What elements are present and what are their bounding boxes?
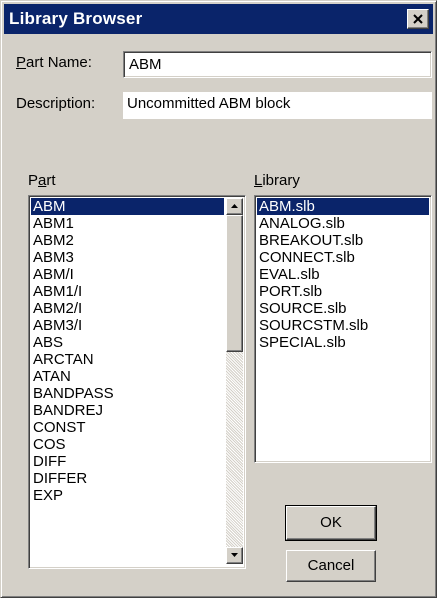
list-item[interactable]: COS xyxy=(31,436,224,453)
scroll-down-button[interactable] xyxy=(226,547,243,564)
list-item[interactable]: ABM/I xyxy=(31,266,224,283)
list-item[interactable]: EXP xyxy=(31,487,224,504)
list-item[interactable]: ABM3/I xyxy=(31,317,224,334)
library-label-rest: ibrary xyxy=(262,172,300,189)
list-item[interactable]: SOURCE.slb xyxy=(257,300,429,317)
list-item[interactable]: ATAN xyxy=(31,368,224,385)
description-value: Uncommitted ABM block xyxy=(123,92,432,119)
list-item[interactable]: BANDREJ xyxy=(31,402,224,419)
close-button[interactable] xyxy=(407,9,429,29)
part-list-items: ABM ABM1 ABM2 ABM3 ABM/I ABM1/I ABM2/I ABM3/I AB… xyxy=(31,198,224,504)
part-list-label: Part xyxy=(28,172,56,189)
list-item[interactable]: ABM3 xyxy=(31,249,224,266)
window-title: Library Browser xyxy=(9,9,143,28)
list-item[interactable]: ABM2/I xyxy=(31,300,224,317)
list-item[interactable]: ARCTAN xyxy=(31,351,224,368)
scroll-thumb[interactable] xyxy=(226,215,243,352)
library-listbox[interactable]: ABM.slb ANALOG.slb BREAKOUT.slb CONNECT.slb… xyxy=(254,195,432,463)
close-icon xyxy=(413,14,423,24)
part-name-mnemonic: P xyxy=(16,54,27,71)
part-listbox[interactable]: ABM ABM1 ABM2 ABM3 ABM/I ABM1/I ABM2/I ABM3/I AB… xyxy=(28,195,246,569)
scroll-up-button[interactable] xyxy=(226,198,243,215)
list-item[interactable]: BANDPASS xyxy=(31,385,224,402)
list-item[interactable]: ABM.slb xyxy=(257,198,429,215)
part-name-label: Part Name: xyxy=(16,54,92,71)
library-browser-dialog: Library Browser Part Name: ABM Descripti… xyxy=(0,0,437,598)
part-list-scrollbar[interactable] xyxy=(226,198,243,564)
list-item[interactable]: DIFFER xyxy=(31,470,224,487)
list-item[interactable]: EVAL.slb xyxy=(257,266,429,283)
list-item[interactable]: BREAKOUT.slb xyxy=(257,232,429,249)
list-item[interactable]: ABM1 xyxy=(31,215,224,232)
list-item[interactable]: SPECIAL.slb xyxy=(257,334,429,351)
library-list-items: ABM.slb ANALOG.slb BREAKOUT.slb CONNECT.slb… xyxy=(257,198,429,351)
list-item[interactable]: CONNECT.slb xyxy=(257,249,429,266)
part-label-first: P xyxy=(28,172,39,189)
list-item[interactable]: PORT.slb xyxy=(257,283,429,300)
description-label: Description: xyxy=(16,95,96,112)
cancel-button[interactable]: Cancel xyxy=(286,550,376,582)
list-item[interactable]: ABM2 xyxy=(31,232,224,249)
arrow-up-icon xyxy=(231,204,238,208)
library-list-label: Library xyxy=(254,172,300,189)
list-item[interactable]: ABM1/I xyxy=(31,283,224,300)
arrow-down-icon xyxy=(231,553,238,557)
title-bar[interactable]: Library Browser xyxy=(4,4,433,34)
ok-button[interactable]: OK xyxy=(285,505,377,541)
part-name-label-text: art Name: xyxy=(26,54,92,71)
part-label-rest: rt xyxy=(46,172,56,189)
list-item[interactable]: DIFF xyxy=(31,453,224,470)
list-item[interactable]: ANALOG.slb xyxy=(257,215,429,232)
list-item[interactable]: ABM xyxy=(31,198,224,215)
list-item[interactable]: SOURCSTM.slb xyxy=(257,317,429,334)
list-item[interactable]: CONST xyxy=(31,419,224,436)
part-name-input[interactable]: ABM xyxy=(123,51,432,78)
list-item[interactable]: ABS xyxy=(31,334,224,351)
